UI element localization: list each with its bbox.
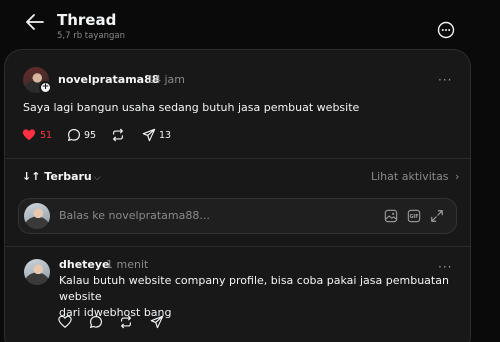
comment-username[interactable]: dheteye: [59, 258, 110, 271]
view-activity-link[interactable]: Lihat aktivitas ›: [371, 170, 459, 183]
top-bar: Thread 5,7 rb tayangan: [0, 0, 500, 48]
comment-more-icon[interactable]: ···: [438, 261, 452, 273]
avatar: [24, 203, 50, 229]
sort-arrows-icon: ↓↑: [22, 170, 41, 183]
expand-icon[interactable]: [430, 209, 444, 223]
comment-count: 95: [84, 130, 97, 141]
avatar[interactable]: [24, 259, 50, 285]
follow-plus-icon[interactable]: +: [39, 81, 52, 94]
gif-icon[interactable]: GIF: [407, 209, 421, 223]
divider: [5, 158, 470, 159]
chevron-down-icon: ⌵: [93, 173, 101, 183]
image-icon[interactable]: [384, 209, 398, 223]
share-icon[interactable]: [150, 315, 164, 329]
heart-outline-icon[interactable]: [58, 315, 72, 329]
reply-input[interactable]: [59, 209, 359, 222]
comment-text-line: Kalau butuh website company profile, bis…: [59, 274, 449, 303]
back-arrow-icon[interactable]: [24, 11, 46, 33]
like-count: 51: [40, 130, 53, 141]
repost-icon[interactable]: [111, 128, 125, 142]
share-count: 13: [159, 130, 172, 141]
comment-icon[interactable]: [67, 128, 81, 142]
svg-text:GIF: GIF: [410, 214, 419, 220]
post-time: 14 jam: [147, 73, 186, 86]
more-options-circle-icon[interactable]: [436, 20, 456, 40]
repost-icon[interactable]: [119, 315, 133, 329]
post-text: Saya lagi bangun usaha sedang butuh jasa…: [23, 101, 360, 114]
post-more-icon[interactable]: ···: [438, 74, 452, 86]
view-count: 5,7 rb tayangan: [57, 31, 125, 41]
sort-dropdown[interactable]: ↓↑ Terbaru ⌵: [22, 170, 101, 183]
view-activity-label: Lihat aktivitas: [371, 170, 449, 183]
comment-time: 1 menit: [106, 258, 149, 271]
comment-text: Kalau butuh website company profile, bis…: [59, 273, 459, 321]
comment-icon[interactable]: [89, 315, 103, 329]
post-username[interactable]: novelpratama88: [58, 73, 159, 86]
page-title: Thread: [57, 11, 117, 29]
sort-label: Terbaru: [44, 170, 92, 183]
share-icon[interactable]: [142, 128, 156, 142]
divider: [5, 246, 470, 247]
chevron-right-icon: ›: [455, 170, 460, 183]
heart-icon[interactable]: [22, 128, 36, 142]
